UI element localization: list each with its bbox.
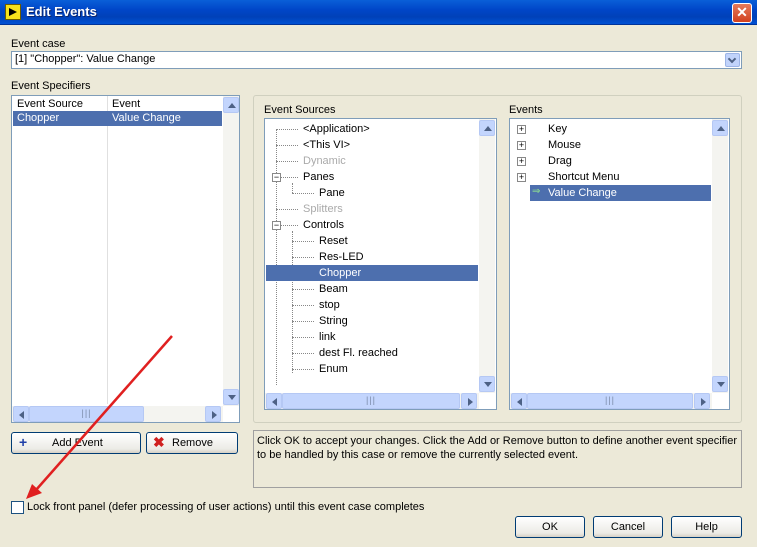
annotation-arrow (26, 335, 173, 499)
arrow-shaft (35, 335, 173, 491)
